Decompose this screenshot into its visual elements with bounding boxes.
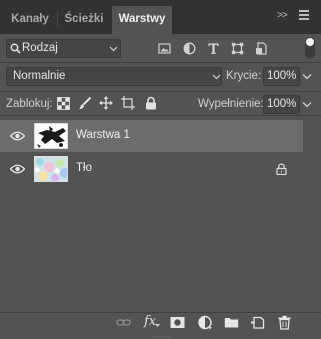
adjustment-filter-icon[interactable]: [183, 42, 196, 55]
layers-bottom-toolbar: fx: [0, 312, 321, 334]
tab-channels[interactable]: Kanały: [4, 6, 56, 34]
fill-value: 100%: [267, 98, 297, 110]
layer-thumbnail-tlo: [34, 156, 68, 182]
fill-slider-chevron-icon[interactable]: [302, 101, 312, 109]
artboard-autonest-icon[interactable]: [121, 96, 135, 110]
layers-scrollbar[interactable]: [304, 116, 321, 314]
layer-name[interactable]: Tło: [76, 162, 92, 174]
type-filter-icon[interactable]: [207, 42, 220, 55]
chevron-down-icon: [109, 46, 118, 52]
eye-visibility-icon[interactable]: [10, 131, 25, 141]
lock-transparent-pixels-icon[interactable]: [57, 97, 70, 110]
eye-visibility-icon[interactable]: [10, 164, 25, 174]
search-icon: [10, 43, 21, 54]
tab-bar: Kanały Ścieżki Warstwy >>: [0, 0, 321, 34]
tab-paths[interactable]: Ścieżki: [58, 6, 110, 34]
lock-position-icon[interactable]: [99, 96, 113, 110]
layer-name[interactable]: Warstwa 1: [76, 129, 130, 141]
add-mask-icon[interactable]: [170, 315, 185, 330]
divider: [0, 62, 321, 63]
filter-toggle-switch[interactable]: [305, 37, 315, 59]
hamburger-menu-icon[interactable]: [297, 8, 311, 22]
layer-row-tlo[interactable]: Tło: [0, 153, 303, 185]
lock-image-pixels-icon[interactable]: [78, 96, 92, 110]
layers-panel: Kanały Ścieżki Warstwy >> Rodzaj Normaln…: [0, 0, 321, 339]
delete-layer-icon[interactable]: [277, 315, 292, 330]
filter-kind-select[interactable]: Rodzaj: [6, 39, 121, 58]
fill-input[interactable]: 100%: [263, 95, 300, 114]
chevron-down-icon: [212, 74, 221, 80]
opacity-slider-chevron-icon[interactable]: [302, 73, 312, 81]
collapse-panels-button[interactable]: >>: [277, 10, 288, 21]
image-filter-icon[interactable]: [158, 42, 171, 55]
layer-thumbnail-warstwa-1: [34, 123, 68, 149]
lock-all-icon[interactable]: [145, 96, 157, 110]
layer-row-warstwa-1[interactable]: Warstwa 1: [0, 120, 303, 152]
fx-dropdown-chevron-icon: [155, 324, 160, 327]
new-group-icon[interactable]: [224, 315, 239, 330]
layers-list: Warstwa 1 Tło: [0, 116, 303, 314]
new-layer-icon[interactable]: [251, 315, 266, 330]
lock-icon[interactable]: [276, 163, 287, 175]
adjustment-layer-icon[interactable]: [198, 315, 213, 330]
fill-label: Wypełnienie:: [198, 98, 264, 110]
filter-toggle-knob: [306, 38, 314, 46]
opacity-input[interactable]: 100%: [263, 67, 300, 86]
smart-object-filter-icon[interactable]: [255, 42, 268, 55]
lock-label: Zablokuj:: [6, 98, 53, 110]
blend-mode-select[interactable]: Normalnie: [6, 67, 222, 86]
link-layers-icon[interactable]: [116, 315, 131, 330]
blend-mode-label: Normalnie: [13, 70, 66, 82]
divider: [0, 91, 321, 92]
filter-kind-label: Rodzaj: [22, 42, 58, 54]
tab-layers[interactable]: Warstwy: [112, 6, 172, 34]
opacity-label: Krycie:: [226, 70, 262, 82]
shape-filter-icon[interactable]: [231, 42, 244, 55]
opacity-value: 100%: [267, 70, 297, 82]
